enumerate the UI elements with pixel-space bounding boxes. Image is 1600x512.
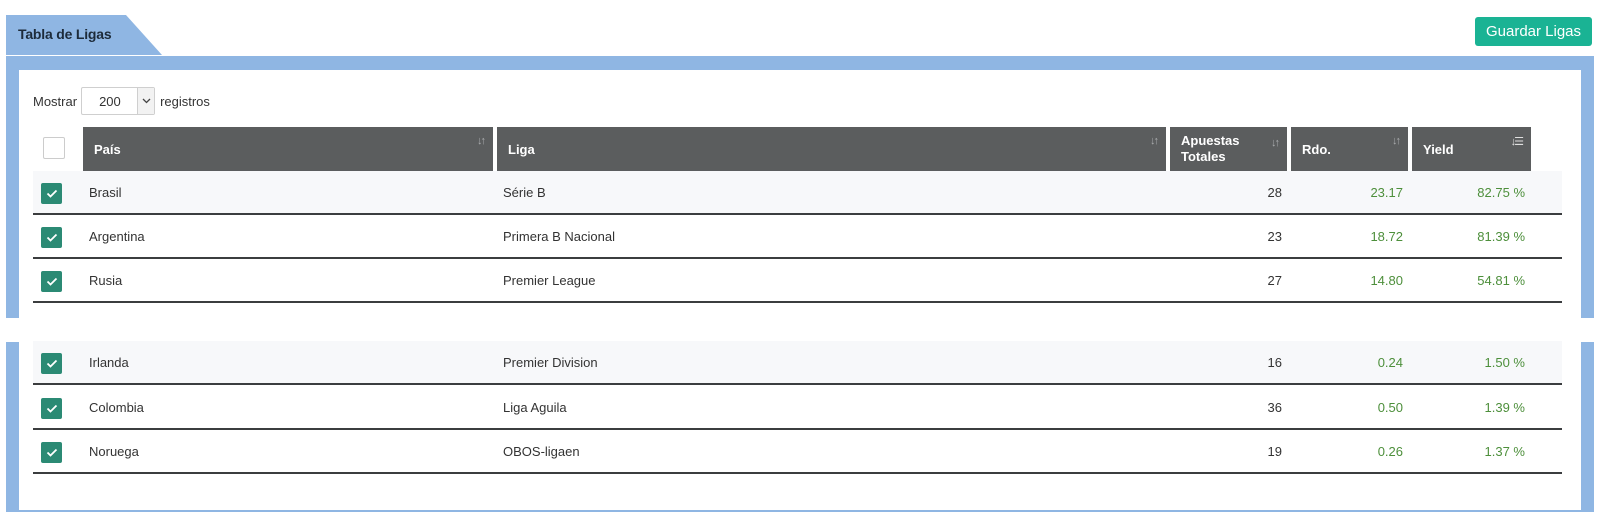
cell-apuestas: 28 xyxy=(1267,184,1282,200)
cell-yield: 54.81 % xyxy=(1477,272,1525,288)
sort-desc-icon: ↓☰ xyxy=(1510,136,1524,148)
chevron-down-icon xyxy=(137,88,155,114)
cell-liga: OBOS-ligaen xyxy=(503,443,580,459)
row-checkbox[interactable] xyxy=(41,271,62,292)
cell-apuestas: 23 xyxy=(1267,228,1282,244)
check-icon xyxy=(46,189,57,198)
check-icon xyxy=(46,233,57,242)
sort-icon: ↓↑ xyxy=(477,135,486,147)
length-select[interactable]: 200 xyxy=(81,87,156,115)
cell-rdo: 0.24 xyxy=(1377,354,1403,370)
length-prefix-label: Mostrar xyxy=(33,93,78,109)
column-header-rdo[interactable]: Rdo. ↓↑ xyxy=(1291,127,1408,171)
column-header-pais-label: País xyxy=(94,141,121,157)
length-suffix-label: registros xyxy=(160,93,210,109)
length-control: Mostrar 200 registros xyxy=(33,87,210,115)
cell-liga: Liga Aguila xyxy=(503,399,567,415)
table-header: País ↓↑ Liga ↓↑ Apuestas Totales ↓↑ Rdo.… xyxy=(33,127,1562,171)
check-icon xyxy=(46,448,57,457)
column-header-apuestas-label-2: Totales xyxy=(1181,149,1226,164)
sort-icon: ↓↑ xyxy=(1392,135,1401,147)
cell-pais: Noruega xyxy=(89,443,139,459)
cell-rdo: 0.50 xyxy=(1377,399,1403,415)
select-all-checkbox[interactable] xyxy=(43,137,65,159)
cell-apuestas: 27 xyxy=(1267,272,1282,288)
cell-rdo: 0.26 xyxy=(1377,443,1403,459)
column-header-liga-label: Liga xyxy=(508,141,535,157)
check-icon xyxy=(46,277,57,286)
row-checkbox[interactable] xyxy=(41,227,62,248)
cell-yield: 81.39 % xyxy=(1477,228,1525,244)
cell-yield: 82.75 % xyxy=(1477,184,1525,200)
row-checkbox[interactable] xyxy=(41,442,62,463)
sort-icon: ↓↑ xyxy=(1271,137,1280,149)
cell-rdo: 23.17 xyxy=(1370,184,1403,200)
section-tab: Tabla de Ligas xyxy=(6,15,164,55)
page-title: Tabla de Ligas xyxy=(18,26,112,42)
cell-apuestas: 16 xyxy=(1267,354,1282,370)
column-header-apuestas-label-1: Apuestas xyxy=(1181,133,1240,148)
cell-rdo: 14.80 xyxy=(1370,272,1403,288)
cell-apuestas: 19 xyxy=(1267,443,1282,459)
length-select-value: 200 xyxy=(99,93,121,109)
row-checkbox[interactable] xyxy=(41,353,62,374)
row-checkbox[interactable] xyxy=(41,398,62,419)
cell-yield: 1.37 % xyxy=(1484,443,1525,459)
table-row: Brasil Série B 28 23.17 82.75 % xyxy=(33,171,1562,215)
cell-liga: Série B xyxy=(503,184,546,200)
sort-icon: ↓↑ xyxy=(1150,135,1159,147)
column-header-liga[interactable]: Liga ↓↑ xyxy=(497,127,1166,171)
cell-apuestas: 36 xyxy=(1267,399,1282,415)
cell-liga: Primera B Nacional xyxy=(503,228,615,244)
column-header-yield[interactable]: Yield ↓☰ xyxy=(1412,127,1531,171)
table-row: Colombia Liga Aguila 36 0.50 1.39 % xyxy=(33,386,1562,430)
cell-liga: Premier Division xyxy=(503,354,598,370)
column-header-pais[interactable]: País ↓↑ xyxy=(83,127,493,171)
cell-pais: Colombia xyxy=(89,399,144,415)
cell-pais: Rusia xyxy=(89,272,123,288)
cell-yield: 1.39 % xyxy=(1484,399,1525,415)
table-row: Argentina Primera B Nacional 23 18.72 81.39 … xyxy=(33,215,1562,259)
cell-pais: Argentina xyxy=(89,228,145,244)
check-icon xyxy=(46,404,57,413)
column-header-yield-label: Yield xyxy=(1423,141,1454,157)
save-leagues-button[interactable]: Guardar Ligas xyxy=(1475,17,1592,46)
column-header-apuestas[interactable]: Apuestas Totales ↓↑ xyxy=(1170,127,1287,171)
cell-liga: Premier League xyxy=(503,272,596,288)
cell-pais: Brasil xyxy=(89,184,122,200)
check-icon xyxy=(46,359,57,368)
table-row: Rusia Premier League 27 14.80 54.81 % xyxy=(33,259,1562,303)
column-header-rdo-label: Rdo. xyxy=(1302,141,1331,157)
cell-pais: Irlanda xyxy=(89,354,129,370)
cell-yield: 1.50 % xyxy=(1484,354,1525,370)
table-row: Irlanda Premier Division 16 0.24 1.50 % xyxy=(33,341,1562,385)
row-checkbox[interactable] xyxy=(41,183,62,204)
table-row: Noruega OBOS-ligaen 19 0.26 1.37 % xyxy=(33,430,1562,474)
cell-rdo: 18.72 xyxy=(1370,228,1403,244)
